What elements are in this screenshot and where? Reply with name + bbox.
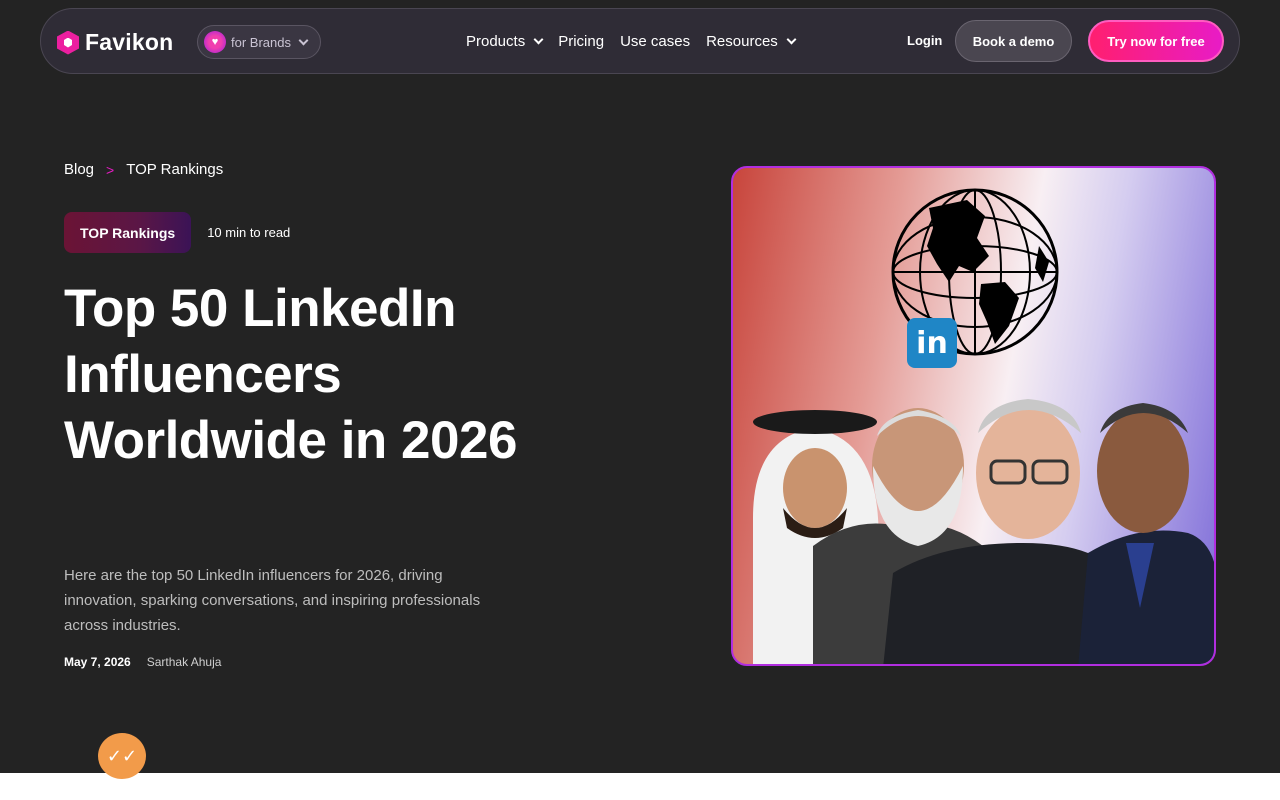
heart-badge-icon: ♥ bbox=[204, 31, 226, 53]
chevron-right-icon: > bbox=[106, 161, 115, 178]
logo-text: Favikon bbox=[85, 29, 174, 55]
chat-icon[interactable]: ✓✓ bbox=[98, 733, 146, 779]
byline: May 7, 2026 Sarthak Ahuja bbox=[64, 655, 221, 669]
try-free-button[interactable]: Try now for free bbox=[1088, 20, 1224, 62]
brand-selector-label: for Brands bbox=[231, 34, 291, 50]
article-description: Here are the top 50 LinkedIn influencers… bbox=[64, 567, 481, 634]
linkedin-icon: in bbox=[907, 318, 957, 368]
breadcrumb-blog[interactable]: Blog bbox=[64, 161, 94, 178]
main-menu: Products Pricing Use cases Resources bbox=[466, 9, 797, 73]
breadcrumb-current[interactable]: TOP Rankings bbox=[126, 161, 223, 178]
page: Favikon ♥ for Brands Products Pricing Us… bbox=[0, 0, 1280, 800]
top-navbar: Favikon ♥ for Brands Products Pricing Us… bbox=[40, 8, 1240, 74]
menu-item-label: Products bbox=[466, 32, 526, 50]
menu-item-products[interactable]: Products bbox=[466, 32, 544, 50]
menu-item-label: Resources bbox=[706, 32, 778, 50]
menu-item-label: Pricing bbox=[558, 32, 605, 50]
article-meta: TOP Rankings 10 min to read bbox=[64, 212, 290, 253]
login-link[interactable]: Login bbox=[907, 33, 942, 48]
category-tag[interactable]: TOP Rankings bbox=[64, 212, 192, 253]
menu-item-use-cases[interactable]: Use cases bbox=[620, 33, 690, 50]
menu-item-pricing[interactable]: Pricing bbox=[558, 33, 604, 50]
author-name[interactable]: Sarthak Ahuja bbox=[147, 655, 222, 669]
publish-date: May 7, 2026 bbox=[64, 655, 131, 669]
menu-item-resources[interactable]: Resources bbox=[706, 32, 797, 50]
chevron-down-icon bbox=[533, 34, 544, 44]
menu-item-label: Use cases bbox=[620, 32, 691, 50]
book-demo-button[interactable]: Book a demo bbox=[955, 20, 1072, 62]
breadcrumb: Blog > TOP Rankings bbox=[64, 161, 223, 178]
favikon-logo-icon bbox=[57, 30, 79, 55]
hero-image: in bbox=[731, 166, 1216, 666]
person-4-portrait bbox=[1078, 403, 1214, 664]
read-time: 10 min to read bbox=[207, 225, 291, 240]
page-bottom-section bbox=[0, 773, 1280, 800]
page-title: Top 50 LinkedIn Influencers Worldwide in… bbox=[64, 279, 517, 470]
chevron-down-icon bbox=[298, 35, 309, 45]
brand-selector[interactable]: ♥ for Brands bbox=[197, 25, 321, 59]
logo[interactable]: Favikon bbox=[57, 29, 173, 56]
chevron-down-icon bbox=[786, 34, 797, 44]
